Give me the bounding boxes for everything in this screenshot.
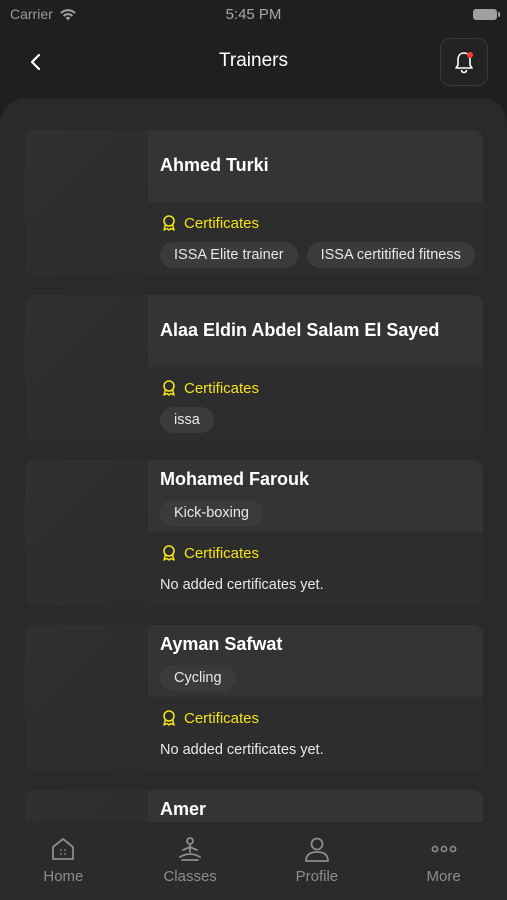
status-bar: Carrier 5:45 PM bbox=[0, 0, 507, 28]
tab-bar: Home Classes Profile More bbox=[0, 822, 507, 900]
trainers-list[interactable]: Ahmed Turki Certificates ISSA Elite trai… bbox=[0, 98, 507, 900]
no-certificates-text: No added certificates yet. bbox=[160, 742, 324, 758]
tab-label: More bbox=[426, 868, 461, 885]
battery-icon bbox=[473, 8, 500, 20]
certificate-icon bbox=[163, 215, 175, 231]
meditation-icon bbox=[179, 837, 202, 861]
certificate-chips: ISSA Elite trainer ISSA certitified fitn… bbox=[160, 242, 475, 268]
trainer-name: Ayman Safwat bbox=[160, 634, 283, 654]
tab-more[interactable]: More bbox=[380, 822, 507, 900]
certificates-label: Certificates bbox=[184, 709, 260, 727]
header: Trainers bbox=[0, 36, 507, 88]
specialty-chip: Kick-boxing bbox=[160, 500, 263, 526]
certificate-icon bbox=[163, 380, 175, 396]
certificates-section: Certificates issa bbox=[148, 367, 483, 441]
trainer-name: Ahmed Turki bbox=[160, 155, 269, 175]
tab-label: Classes bbox=[163, 868, 217, 885]
certificates-header: Certificates bbox=[160, 544, 259, 562]
trainer-photo bbox=[25, 130, 148, 276]
notification-dot bbox=[467, 52, 473, 58]
certificate-icon bbox=[163, 710, 175, 726]
specialty-chip: Cycling bbox=[160, 665, 236, 691]
tab-profile[interactable]: Profile bbox=[254, 822, 381, 900]
certificates-section: Certificates No added certificates yet. bbox=[148, 697, 483, 771]
trainer-card[interactable]: Mohamed Farouk Kick-boxing Certificates … bbox=[25, 460, 483, 606]
certificates-header: Certificates bbox=[160, 379, 259, 397]
trainer-name: Mohamed Farouk bbox=[160, 469, 310, 489]
certificates-section: Certificates ISSA Elite trainer ISSA cer… bbox=[148, 202, 483, 276]
tab-classes[interactable]: Classes bbox=[127, 822, 254, 900]
trainer-card[interactable]: Alaa Eldin Abdel Salam El Sayed Certific… bbox=[25, 295, 483, 441]
page-title: Trainers bbox=[219, 50, 288, 71]
notifications-button[interactable] bbox=[440, 38, 488, 86]
certificate-chip: ISSA certitified fitness bbox=[306, 242, 475, 268]
certificate-icon bbox=[163, 545, 175, 561]
status-time: 5:45 PM bbox=[225, 5, 282, 23]
user-icon bbox=[304, 837, 329, 862]
certificate-chips: issa bbox=[160, 407, 214, 433]
trainer-photo bbox=[25, 295, 148, 441]
tab-label: Profile bbox=[295, 868, 339, 885]
more-dots-icon bbox=[431, 845, 457, 853]
tab-label: Home bbox=[43, 868, 84, 885]
certificate-chip: ISSA Elite trainer bbox=[160, 242, 298, 268]
trainer-card[interactable]: Ayman Safwat Cycling Certificates No add… bbox=[25, 625, 483, 771]
certificates-header: Certificates bbox=[160, 709, 259, 727]
certificates-section: Certificates No added certificates yet. bbox=[148, 532, 483, 606]
certificates-label: Certificates bbox=[184, 379, 260, 397]
trainer-photo bbox=[25, 460, 148, 606]
certificates-label: Certificates bbox=[184, 214, 260, 232]
trainer-name: Amer bbox=[160, 799, 207, 819]
trainer-name: Alaa Eldin Abdel Salam El Sayed bbox=[160, 320, 440, 340]
no-certificates-text: No added certificates yet. bbox=[160, 577, 324, 593]
certificates-label: Certificates bbox=[184, 544, 260, 562]
certificates-header: Certificates bbox=[160, 214, 259, 232]
tab-home[interactable]: Home bbox=[0, 822, 127, 900]
home-icon bbox=[52, 838, 75, 860]
trainer-photo bbox=[25, 625, 148, 771]
certificate-chip: issa bbox=[160, 407, 214, 433]
trainer-card[interactable]: Ahmed Turki Certificates ISSA Elite trai… bbox=[25, 130, 483, 276]
